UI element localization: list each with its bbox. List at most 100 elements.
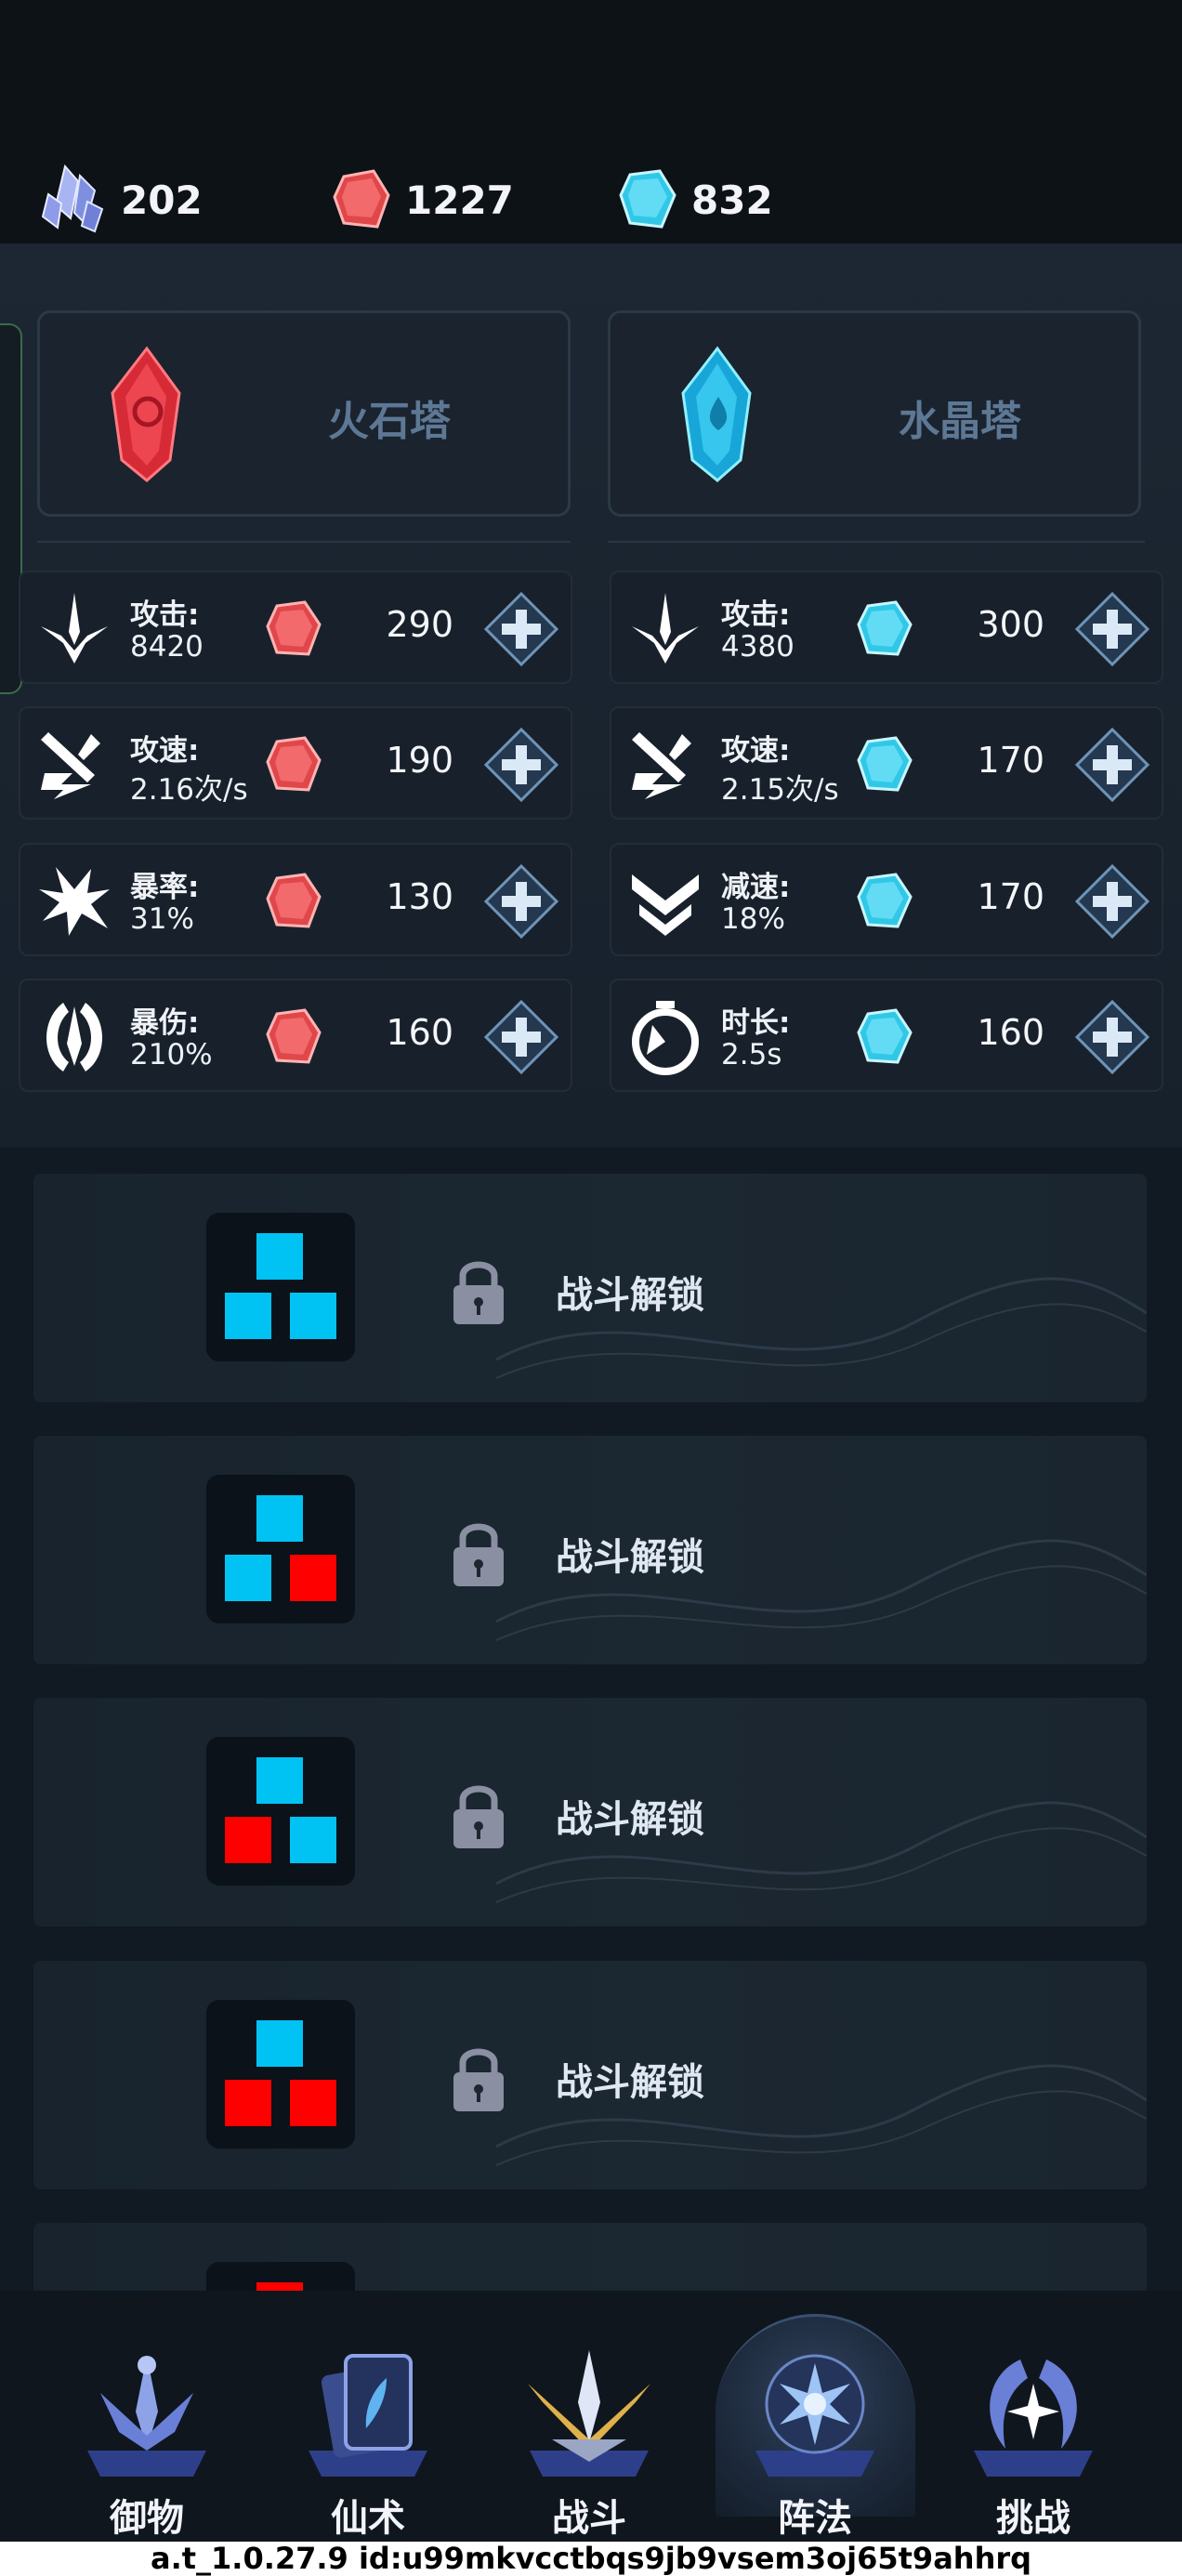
- stat-value: 2.5s: [721, 1038, 782, 1071]
- crossed-weapons-icon: [528, 2350, 650, 2477]
- currency-red-gem: 1227: [331, 149, 514, 251]
- formation-pattern-icon: [206, 1213, 355, 1361]
- formation-snowflake-icon: [755, 2354, 874, 2477]
- nav-label: 仙术: [331, 2497, 405, 2540]
- blue-gem-icon: [857, 1008, 913, 1064]
- upgrade-cost: 290: [386, 604, 453, 645]
- sword-icon: [632, 593, 699, 664]
- currency-value: 832: [691, 177, 773, 223]
- stat-value: 210%: [130, 1038, 213, 1071]
- stat-label: 攻击:: [130, 598, 200, 632]
- stat-label: 暴率:: [130, 871, 200, 904]
- currency-value: 202: [121, 177, 203, 223]
- stat-value: 31%: [130, 902, 194, 936]
- stat-label: 攻速:: [721, 734, 791, 768]
- currency-crystal: 202: [37, 149, 203, 251]
- stat-row-fire-attack-speed: 攻速: 2.16次/s 190: [19, 706, 572, 820]
- locked-formation-row[interactable]: 战斗解锁: [33, 1436, 1147, 1664]
- divider: [608, 541, 1145, 543]
- blue-gem-icon: [857, 736, 913, 792]
- stat-row-water-duration: 时长: 2.5s 160: [610, 979, 1163, 1092]
- upgrade-cost: 170: [977, 876, 1044, 917]
- formation-pattern-icon: [206, 2262, 355, 2291]
- nav-label: 挑战: [996, 2497, 1070, 2540]
- stat-label: 攻速:: [130, 734, 200, 768]
- challenge-wings-icon: [974, 2359, 1093, 2477]
- sword-icon: [41, 593, 108, 664]
- bottom-nav: 御物 仙术 战斗 阵法 挑战: [0, 2291, 1182, 2542]
- upgrade-cost: 160: [977, 1012, 1044, 1053]
- plus-button[interactable]: [1074, 727, 1150, 803]
- locked-formation-row[interactable]: [33, 2223, 1147, 2291]
- top-bar: 202 1227 832: [0, 0, 1182, 243]
- plus-button[interactable]: [483, 727, 559, 803]
- locked-formation-row[interactable]: 战斗解锁: [33, 1961, 1147, 2189]
- unlock-hint: 战斗解锁: [556, 1274, 704, 1317]
- padlock-icon: [453, 1785, 504, 1848]
- attack-speed-icon: [41, 732, 100, 799]
- plus-button[interactable]: [483, 591, 559, 667]
- plus-button[interactable]: [1074, 999, 1150, 1075]
- unlock-hint: 战斗解锁: [556, 1536, 704, 1579]
- plus-button[interactable]: [1074, 863, 1150, 940]
- formation-list: 战斗解锁 战斗解锁 战斗解锁 战斗解锁: [0, 1148, 1182, 2291]
- blue-gem-icon: [857, 600, 913, 656]
- tower-name: 火石塔: [328, 398, 451, 445]
- red-crystal-icon: [111, 346, 181, 482]
- upgrade-cost: 160: [386, 1012, 453, 1053]
- upgrade-cost: 300: [977, 604, 1044, 645]
- stat-label: 时长:: [721, 1006, 791, 1040]
- locked-formation-row[interactable]: 战斗解锁: [33, 1698, 1147, 1926]
- stat-value: 2.15次/s: [721, 773, 839, 807]
- nav-tab-tiaozhan[interactable]: 挑战: [940, 2291, 1126, 2542]
- build-id-footer: a.t_1.0.27.9 id:u99mkvcctbqs9jb9vsem3oj6…: [0, 2542, 1182, 2576]
- stat-value: 18%: [721, 902, 785, 936]
- plus-button[interactable]: [483, 863, 559, 940]
- upgrade-cost: 170: [977, 740, 1044, 781]
- plus-button[interactable]: [483, 999, 559, 1075]
- red-gem-icon: [266, 1008, 322, 1064]
- upgrade-cost: 130: [386, 876, 453, 917]
- stat-value: 4380: [721, 630, 795, 664]
- nav-tab-yuwu[interactable]: 御物: [54, 2291, 240, 2542]
- stat-row-water-attack-speed: 攻速: 2.15次/s 170: [610, 706, 1163, 820]
- red-gem-icon: [266, 736, 322, 792]
- crit-rate-icon: [39, 867, 110, 936]
- nav-tab-xianshu[interactable]: 仙术: [275, 2291, 461, 2542]
- slow-chevron-icon: [632, 874, 699, 936]
- stat-row-fire-attack: 攻击: 8420 290: [19, 571, 572, 684]
- stat-value: 8420: [130, 630, 204, 664]
- currency-value: 1227: [405, 177, 514, 223]
- divider: [37, 541, 571, 543]
- padlock-icon: [453, 1261, 504, 1324]
- stat-label: 减速:: [721, 871, 791, 904]
- unlock-hint: 战斗解锁: [556, 1798, 704, 1841]
- purple-crystal-cluster-icon: [41, 164, 104, 233]
- crit-damage-icon: [46, 1003, 102, 1071]
- red-gem-icon: [266, 600, 322, 656]
- padlock-icon: [453, 1523, 504, 1586]
- stat-label: 攻击:: [721, 598, 791, 632]
- stat-row-water-slow: 减速: 18% 170: [610, 843, 1163, 956]
- stat-row-fire-crit-damage: 暴伤: 210% 160: [19, 979, 572, 1092]
- attack-speed-icon: [632, 732, 691, 799]
- stat-row-fire-crit-rate: 暴率: 31% 130: [19, 843, 572, 956]
- stat-label: 暴伤:: [130, 1006, 200, 1040]
- swords-emblem-icon: [87, 2356, 206, 2477]
- nav-tab-zhandou[interactable]: 战斗: [496, 2291, 682, 2542]
- nav-label: 阵法: [778, 2497, 852, 2540]
- locked-formation-row[interactable]: 战斗解锁: [33, 1174, 1147, 1402]
- unlock-hint: 战斗解锁: [556, 2061, 704, 2104]
- blue-gem-icon: [619, 169, 676, 229]
- padlock-icon: [453, 2048, 504, 2111]
- plus-button[interactable]: [1074, 591, 1150, 667]
- nav-label: 御物: [110, 2497, 184, 2540]
- blue-gem-icon: [857, 873, 913, 928]
- red-gem-icon: [266, 873, 322, 928]
- nav-tab-zhenfa[interactable]: 阵法: [722, 2291, 908, 2542]
- stopwatch-icon: [632, 1001, 699, 1075]
- tower-card-fire[interactable]: 火石塔: [37, 310, 571, 517]
- currency-blue-gem: 832: [617, 149, 773, 251]
- tower-card-water[interactable]: 水晶塔: [608, 310, 1141, 517]
- upgrade-cost: 190: [386, 740, 453, 781]
